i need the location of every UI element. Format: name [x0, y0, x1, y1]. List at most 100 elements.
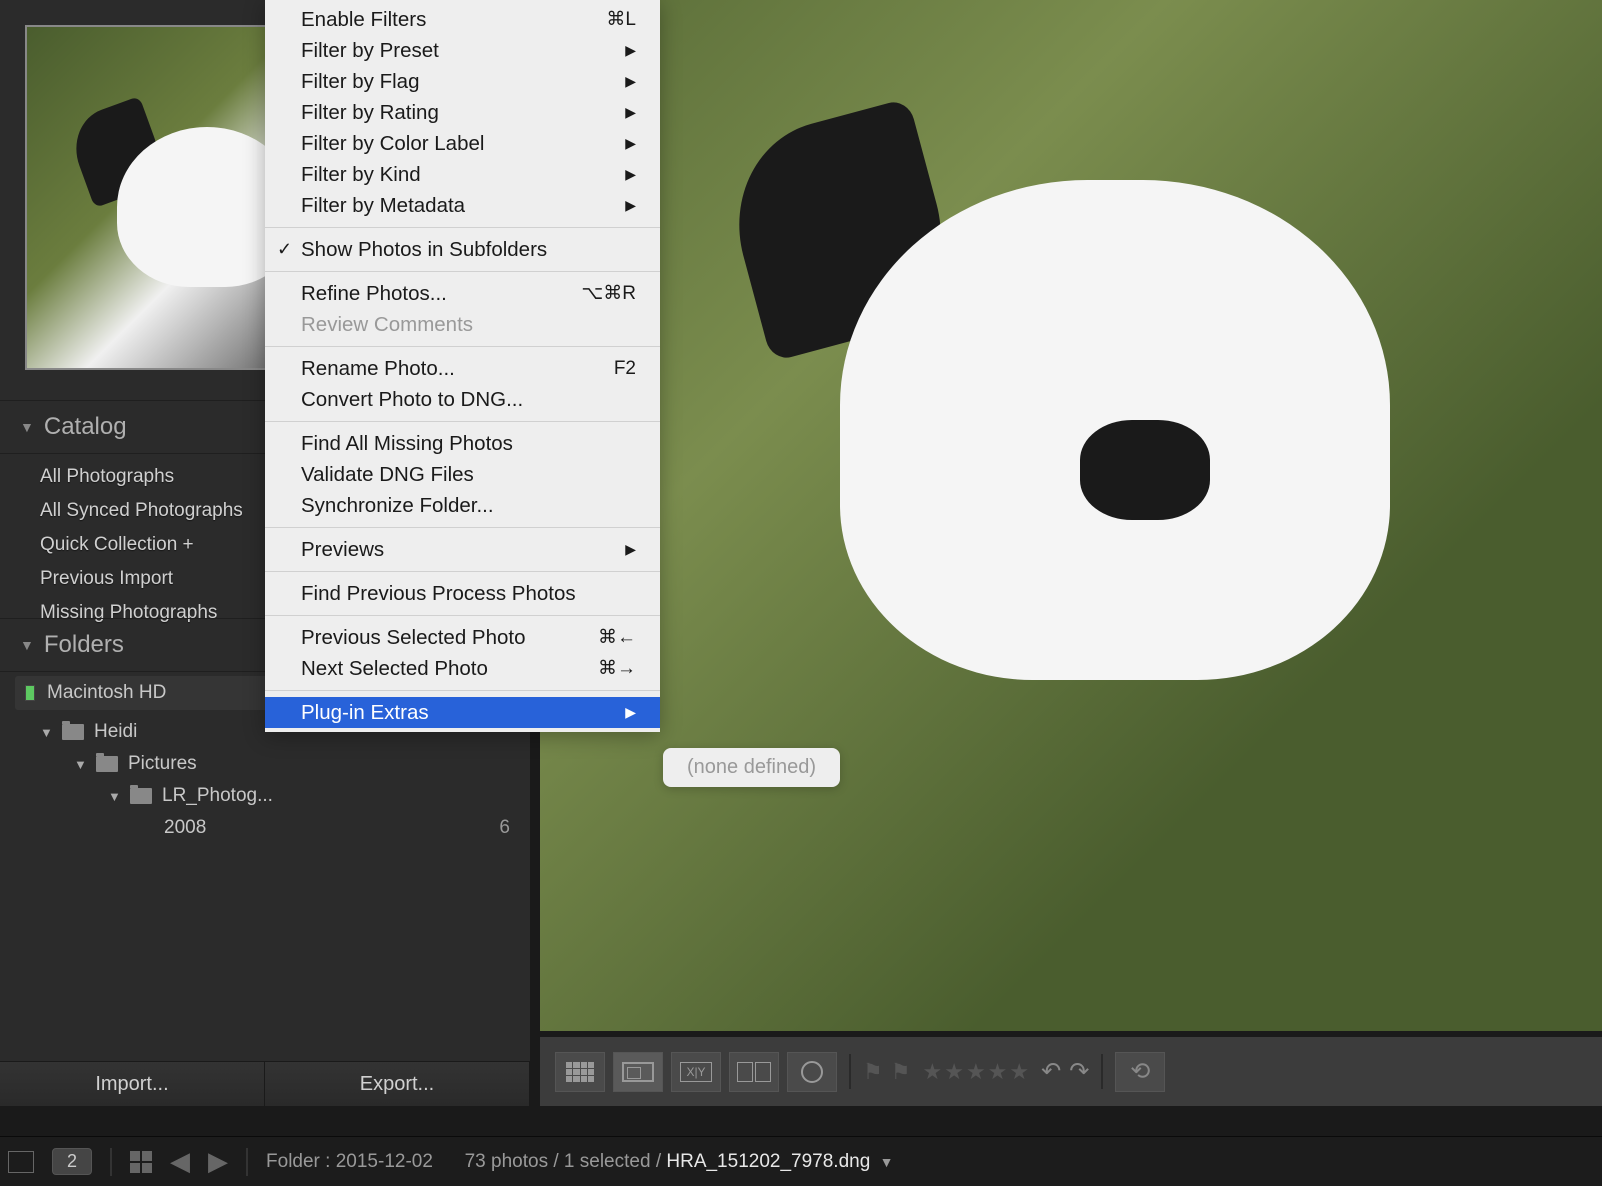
menu-item[interactable]: Rename Photo... F2 [265, 353, 660, 384]
toolbar: X|Y ⚑ ⚑ ★ ★ ★ ★ ★ ↶ ↷ ⟲ [540, 1036, 1602, 1106]
panel-buttons: Import... Export... [0, 1061, 530, 1106]
menu-item[interactable]: Filter by Flag▶ [265, 66, 660, 97]
menu-item-label: Find Previous Process Photos [301, 582, 576, 606]
star-icon[interactable]: ★ [944, 1059, 964, 1085]
main-image-view[interactable] [540, 0, 1602, 1031]
menu-item[interactable]: Filter by Rating ▶ [265, 97, 660, 128]
menu-item-label: Rename Photo... [301, 357, 455, 381]
menu-item-label: Convert Photo to DNG... [301, 388, 523, 412]
grid-view-button[interactable] [555, 1052, 605, 1092]
folder-count: 6 [499, 817, 530, 839]
menu-item-label: Filter by Preset [301, 39, 439, 63]
disclosure-icon[interactable]: ▼ [108, 789, 124, 804]
star-icon[interactable]: ★ [922, 1059, 942, 1085]
menu-item[interactable]: Find All Missing Photos [265, 428, 660, 459]
menu-item[interactable]: Filter by Color Label ▶ [265, 128, 660, 159]
menu-item-label: Previews [301, 538, 384, 562]
menu-shortcut: F2 [614, 358, 636, 380]
window-count[interactable]: 2 [52, 1148, 92, 1175]
plugin-extras-submenu: (none defined) [663, 748, 840, 787]
chevron-right-icon: ▶ [625, 104, 636, 121]
menu-separator [265, 571, 660, 572]
menu-item-label: Plug-in Extras [301, 701, 429, 725]
grid-icon[interactable] [130, 1151, 152, 1173]
compare-view-button[interactable]: X|Y [671, 1052, 721, 1092]
menu-item[interactable]: Next Selected Photo⌘→ [265, 653, 660, 684]
current-filename: HRA_151202_7978.dng [666, 1151, 870, 1172]
disclosure-icon: ▼ [20, 637, 34, 653]
chevron-right-icon: ▶ [625, 135, 636, 152]
flag-reject-icon[interactable]: ⚑ [891, 1059, 911, 1085]
menu-item[interactable]: Plug-in Extras▶ [265, 697, 660, 728]
folder-name: Pictures [128, 753, 197, 775]
catalog-title: Catalog [44, 413, 127, 441]
disclosure-icon: ▼ [20, 419, 34, 435]
menu-separator [265, 227, 660, 228]
second-window-toggle[interactable] [8, 1151, 34, 1173]
menu-shortcut: ⌘L [606, 8, 636, 31]
menu-item-label: Validate DNG Files [301, 463, 474, 487]
menu-shortcut: ⌥⌘R [581, 282, 636, 305]
filmstrip-bar: 2 ◀ ▶ Folder : 2015-12-02 73 photos / 1 … [0, 1136, 1602, 1186]
menu-item[interactable]: Convert Photo to DNG... [265, 384, 660, 415]
menu-item-label: Find All Missing Photos [301, 432, 513, 456]
sync-button[interactable]: ⟲ [1115, 1052, 1165, 1092]
folder-row[interactable]: ▼ LR_Photog... [0, 780, 530, 812]
rating-stars[interactable]: ★ ★ ★ ★ ★ [922, 1059, 1029, 1085]
menu-item[interactable]: Refine Photos... ⌥⌘R [265, 278, 660, 309]
chevron-down-icon[interactable]: ▼ [880, 1154, 894, 1170]
menu-item[interactable]: ✓ Show Photos in Subfolders [265, 234, 660, 265]
rotate-left-icon[interactable]: ↶ [1041, 1057, 1061, 1086]
menu-item[interactable]: Filter by Preset▶ [265, 35, 660, 66]
folder-icon [96, 756, 118, 772]
folder-row[interactable]: 20086 [0, 812, 530, 844]
menu-item-label: Enable Filters [301, 8, 426, 32]
star-icon[interactable]: ★ [1009, 1059, 1029, 1085]
folder-name: LR_Photog... [162, 785, 273, 807]
menu-item-label: Refine Photos... [301, 282, 447, 306]
chevron-right-icon: ▶ [625, 166, 636, 183]
loupe-view-button[interactable] [613, 1052, 663, 1092]
menu-item[interactable]: Enable Filters ⌘L [265, 4, 660, 35]
rotate-right-icon[interactable]: ↷ [1069, 1057, 1089, 1086]
filmstrip-path[interactable]: Folder : 2015-12-02 73 photos / 1 select… [266, 1151, 893, 1173]
menu-item[interactable]: Find Previous Process Photos [265, 578, 660, 609]
export-button[interactable]: Export... [265, 1062, 530, 1106]
star-icon[interactable]: ★ [988, 1059, 1008, 1085]
disclosure-icon[interactable]: ▼ [40, 725, 56, 740]
menu-separator [265, 271, 660, 272]
people-view-button[interactable] [787, 1052, 837, 1092]
menu-item[interactable]: Filter by Kind▶ [265, 159, 660, 190]
folder-row[interactable]: ▼ Pictures [0, 748, 530, 780]
menu-separator [265, 615, 660, 616]
folder-label: Folder : [266, 1151, 330, 1172]
menu-item[interactable]: Filter by Metadata▶ [265, 190, 660, 221]
disclosure-icon[interactable]: ▼ [74, 757, 90, 772]
flag-pick-icon[interactable]: ⚑ [863, 1059, 883, 1085]
menu-item-label: Filter by Color Label [301, 132, 484, 156]
folder-icon [62, 724, 84, 740]
check-icon: ✓ [277, 239, 292, 260]
star-icon[interactable]: ★ [966, 1059, 986, 1085]
survey-view-button[interactable] [729, 1052, 779, 1092]
volume-indicator-icon [25, 685, 35, 701]
menu-item[interactable]: Validate DNG Files [265, 459, 660, 490]
photo-count: 73 photos / [465, 1151, 559, 1172]
import-button[interactable]: Import... [0, 1062, 265, 1106]
chevron-right-icon: ▶ [625, 541, 636, 558]
folder-icon [130, 788, 152, 804]
menu-separator [265, 421, 660, 422]
menu-item-label: Filter by Flag [301, 70, 419, 94]
menu-item-label: Show Photos in Subfolders [301, 238, 547, 262]
library-menu: Enable Filters⌘LFilter by Preset▶Filter … [265, 0, 660, 732]
menu-item[interactable]: Synchronize Folder... [265, 490, 660, 521]
menu-item-label: Filter by Rating [301, 101, 439, 125]
menu-separator [265, 690, 660, 691]
nav-back-icon[interactable]: ◀ [170, 1146, 190, 1177]
menu-shortcut: ⌘→ [598, 657, 636, 680]
menu-item[interactable]: Previews ▶ [265, 534, 660, 565]
menu-item[interactable]: Previous Selected Photo ⌘← [265, 622, 660, 653]
menu-shortcut: ⌘← [598, 626, 636, 649]
nav-forward-icon[interactable]: ▶ [208, 1146, 228, 1177]
menu-item-label: Previous Selected Photo [301, 626, 526, 650]
